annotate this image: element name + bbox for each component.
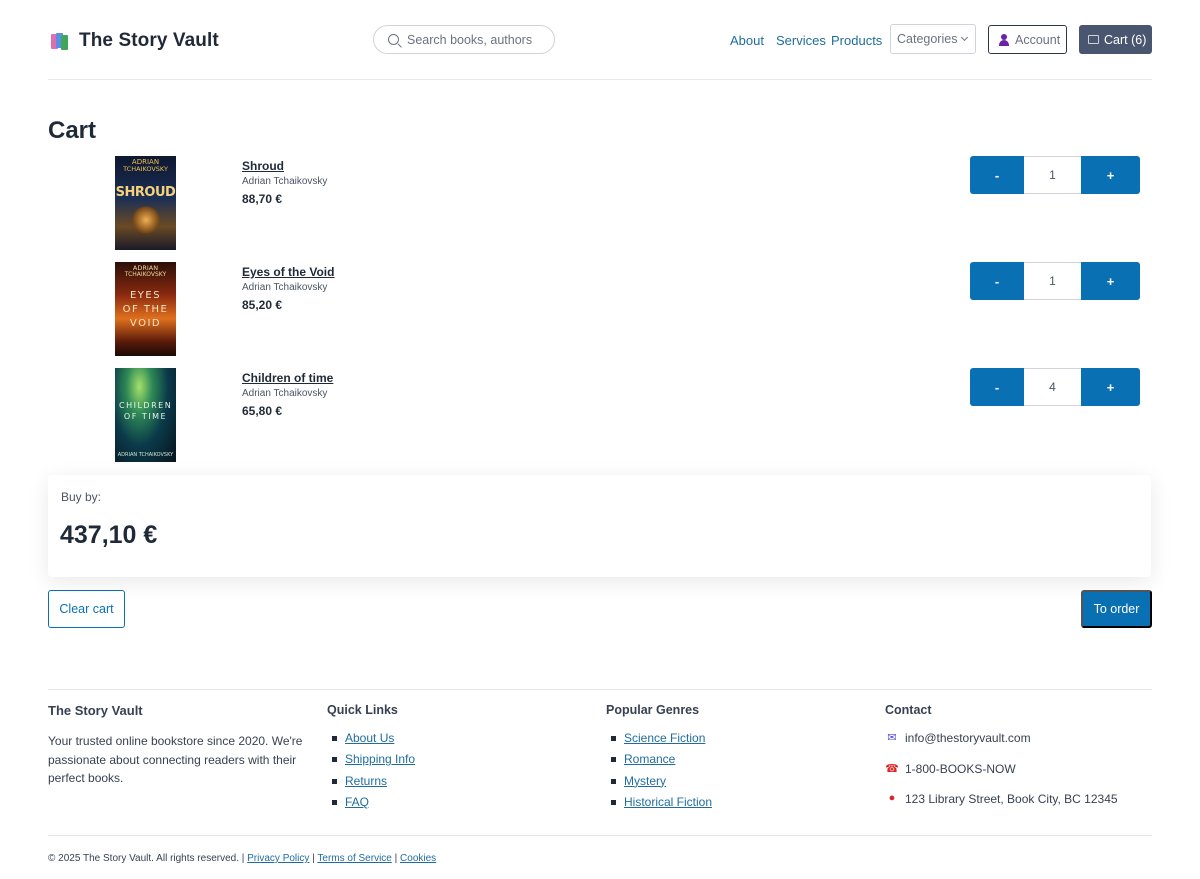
footer-contact: Contact ✉ info@thestoryvault.com ☎ 1-800… (885, 703, 1118, 823)
increase-quantity-button[interactable]: + (1081, 262, 1140, 300)
footer-link-returns[interactable]: Returns (345, 774, 387, 788)
item-author: Adrian Tchaikovsky (242, 282, 328, 293)
phone-icon: ☎ (885, 762, 899, 775)
nav-about[interactable]: About (730, 33, 764, 48)
book-cover[interactable]: ADRIAN TCHAIKOVSKY EYES OF THE VOID (115, 262, 176, 356)
contact-phone-text: 1-800-BOOKS-NOW (905, 761, 1016, 776)
quantity-stepper: - 4 + (970, 368, 1140, 406)
list-item: Shipping Info (331, 752, 415, 773)
list-item: Historical Fiction (610, 795, 712, 816)
decrease-quantity-button[interactable]: - (970, 368, 1024, 406)
footer-link-historical-fiction[interactable]: Historical Fiction (624, 795, 712, 809)
item-author: Adrian Tchaikovsky (242, 176, 328, 187)
quantity-value[interactable]: 1 (1024, 262, 1081, 300)
total-card: Buy by: 437,10 € (48, 475, 1151, 577)
footer-about: The Story Vault Your trusted online book… (48, 703, 313, 788)
footer-divider (48, 689, 1152, 690)
clear-cart-button[interactable]: Clear cart (48, 590, 125, 628)
email-icon: ✉ (887, 732, 897, 744)
contact-phone: ☎ 1-800-BOOKS-NOW (885, 762, 1118, 793)
cart-item: CHILDREN OF TIME ADRIAN TCHAIKOVSKY Chil… (48, 368, 1152, 464)
book-cover[interactable]: CHILDREN OF TIME ADRIAN TCHAIKOVSKY (115, 368, 176, 462)
page-title: Cart (48, 117, 97, 144)
footer-genres: Popular Genres Science Fiction Romance M… (606, 703, 712, 816)
separator: | (394, 853, 398, 864)
contact-email: ✉ info@thestoryvault.com (885, 731, 1118, 762)
user-icon (998, 33, 1010, 46)
quantity-stepper: - 1 + (970, 156, 1140, 194)
nav-services[interactable]: Services (776, 33, 826, 48)
footer-about-heading: The Story Vault (48, 703, 143, 718)
book-cover[interactable]: ADRIAN TCHAIKOVSKY SHROUD (115, 156, 176, 250)
item-price: 65,80 € (242, 404, 283, 418)
quantity-value[interactable]: 4 (1024, 368, 1081, 406)
footer-link-mystery[interactable]: Mystery (624, 774, 666, 788)
site-title: The Story Vault (79, 30, 219, 51)
categories-label: Categories (897, 32, 958, 46)
books-icon (51, 31, 71, 51)
list-item: Returns (331, 774, 415, 795)
item-price: 85,20 € (242, 298, 283, 312)
nav-products[interactable]: Products (831, 33, 882, 48)
pin-icon: ● (888, 792, 896, 804)
buy-by-label: Buy by: (61, 490, 102, 504)
search-input[interactable] (407, 32, 547, 47)
footer-bottom-divider (48, 835, 1152, 836)
contact-address: ● 123 Library Street, Book City, BC 1234… (885, 792, 1118, 823)
search-box[interactable] (373, 25, 555, 54)
cookies-link[interactable]: Cookies (400, 853, 436, 864)
cart-label: Cart (6) (1104, 32, 1147, 47)
logo[interactable]: The Story Vault (51, 30, 219, 52)
item-title-link[interactable]: Shroud (242, 159, 284, 173)
cart-total: 437,10 € (60, 521, 158, 549)
quantity-stepper: - 1 + (970, 262, 1140, 300)
footer-link-shipping[interactable]: Shipping Info (345, 752, 415, 766)
footer-link-faq[interactable]: FAQ (345, 795, 369, 809)
terms-of-service-link[interactable]: Terms of Service (317, 853, 391, 864)
list-item: About Us (331, 731, 415, 752)
account-button[interactable]: Account (988, 25, 1067, 54)
footer-quick-links: Quick Links About Us Shipping Info Retur… (327, 703, 415, 816)
site-header: The Story Vault About Services Products … (48, 0, 1152, 80)
account-label: Account (1015, 32, 1061, 47)
copyright: © 2025 The Story Vault. All rights reser… (48, 853, 436, 864)
footer-link-about-us[interactable]: About Us (345, 731, 394, 745)
footer-genres-heading: Popular Genres (606, 703, 700, 717)
list-item: Science Fiction (610, 731, 712, 752)
order-button[interactable]: To order (1081, 590, 1152, 628)
separator: | (312, 853, 315, 864)
item-price: 88,70 € (242, 192, 283, 206)
cart-item: ADRIAN TCHAIKOVSKY SHROUD Shroud Adrian … (48, 156, 1152, 252)
privacy-policy-link[interactable]: Privacy Policy (247, 853, 309, 864)
list-item: Mystery (610, 774, 712, 795)
increase-quantity-button[interactable]: + (1081, 156, 1140, 194)
copyright-text: © 2025 The Story Vault. All rights reser… (48, 853, 245, 864)
contact-email-text: info@thestoryvault.com (905, 731, 1031, 745)
cart-item: ADRIAN TCHAIKOVSKY EYES OF THE VOID Eyes… (48, 262, 1152, 358)
contact-address-text: 123 Library Street, Book City, BC 12345 (905, 792, 1118, 806)
search-icon (388, 34, 399, 45)
cart-icon (1088, 35, 1099, 44)
footer-link-science-fiction[interactable]: Science Fiction (624, 731, 705, 745)
list-item: Romance (610, 752, 712, 773)
chevron-down-icon (961, 33, 969, 42)
decrease-quantity-button[interactable]: - (970, 262, 1024, 300)
increase-quantity-button[interactable]: + (1081, 368, 1140, 406)
footer-quick-links-heading: Quick Links (327, 703, 398, 717)
list-item: FAQ (331, 795, 415, 816)
footer-about-text: Your trusted online bookstore since 2020… (48, 734, 303, 785)
cart-button[interactable]: Cart (6) (1079, 25, 1152, 54)
footer-contact-heading: Contact (885, 703, 932, 717)
item-title-link[interactable]: Children of time (242, 371, 333, 385)
footer-link-romance[interactable]: Romance (624, 752, 675, 766)
decrease-quantity-button[interactable]: - (970, 156, 1024, 194)
item-title-link[interactable]: Eyes of the Void (242, 265, 334, 279)
item-author: Adrian Tchaikovsky (242, 388, 328, 399)
categories-dropdown[interactable]: Categories (890, 24, 976, 54)
quantity-value[interactable]: 1 (1024, 156, 1081, 194)
